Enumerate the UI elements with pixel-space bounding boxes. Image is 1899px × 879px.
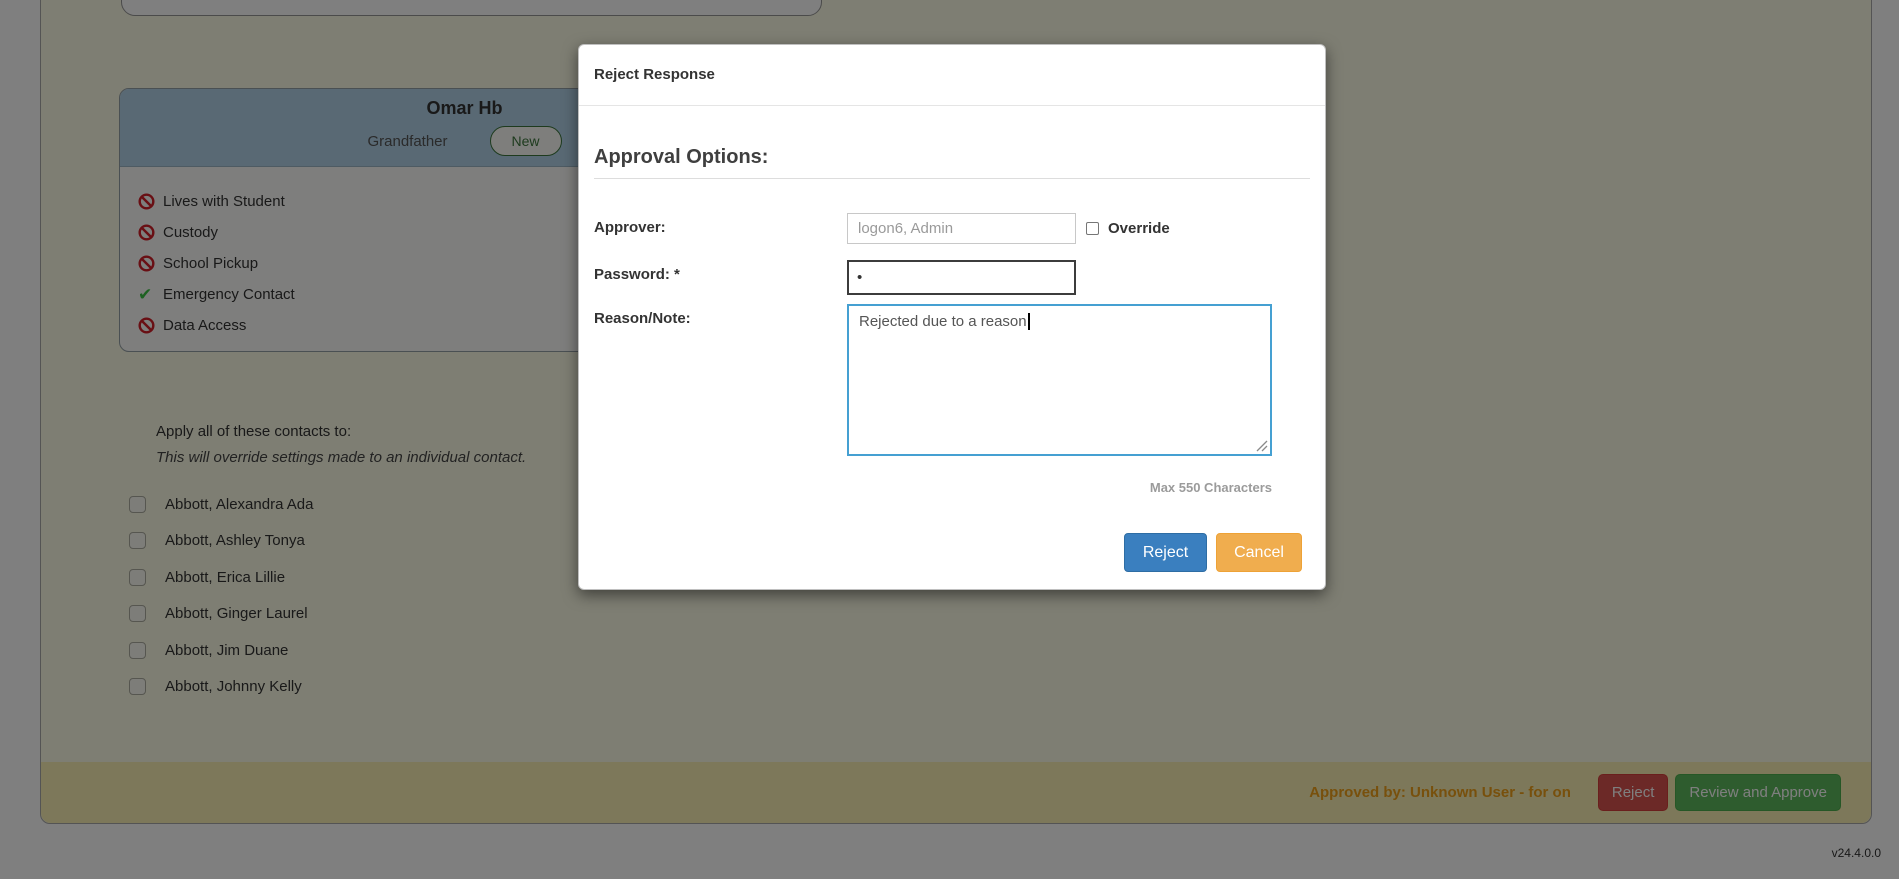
- password-label: Password: *: [594, 260, 847, 283]
- reason-text: Rejected due to a reason: [859, 313, 1027, 330]
- dialog-header: Reject Response: [579, 45, 1325, 106]
- dialog-reject-button[interactable]: Reject: [1124, 533, 1207, 572]
- approver-label: Approver:: [594, 213, 847, 236]
- override-option: Override: [1086, 213, 1170, 237]
- text-caret: [1028, 313, 1030, 330]
- dialog-buttons: Reject Cancel: [594, 533, 1302, 572]
- reject-response-dialog: Reject Response Approval Options: Approv…: [578, 44, 1326, 590]
- section-divider: [594, 178, 1310, 179]
- approver-row: Approver: Override: [594, 213, 1310, 244]
- password-input[interactable]: [847, 260, 1076, 295]
- override-checkbox[interactable]: [1086, 222, 1099, 235]
- password-row: Password: *: [594, 260, 1310, 295]
- approver-input[interactable]: [847, 213, 1076, 244]
- reason-label: Reason/Note:: [594, 304, 847, 327]
- dialog-cancel-button[interactable]: Cancel: [1216, 533, 1302, 572]
- reason-row: Reason/Note: Rejected due to a reason: [594, 304, 1310, 456]
- dialog-title: Reject Response: [594, 66, 715, 83]
- max-characters-note: Max 550 Characters: [594, 480, 1272, 495]
- reason-textarea[interactable]: Rejected due to a reason: [847, 304, 1272, 456]
- resize-handle-icon[interactable]: [1256, 440, 1268, 452]
- dialog-body: Approval Options: Approver: Override Pas…: [579, 146, 1325, 572]
- override-label: Override: [1108, 220, 1170, 237]
- approval-options-heading: Approval Options:: [594, 146, 1310, 169]
